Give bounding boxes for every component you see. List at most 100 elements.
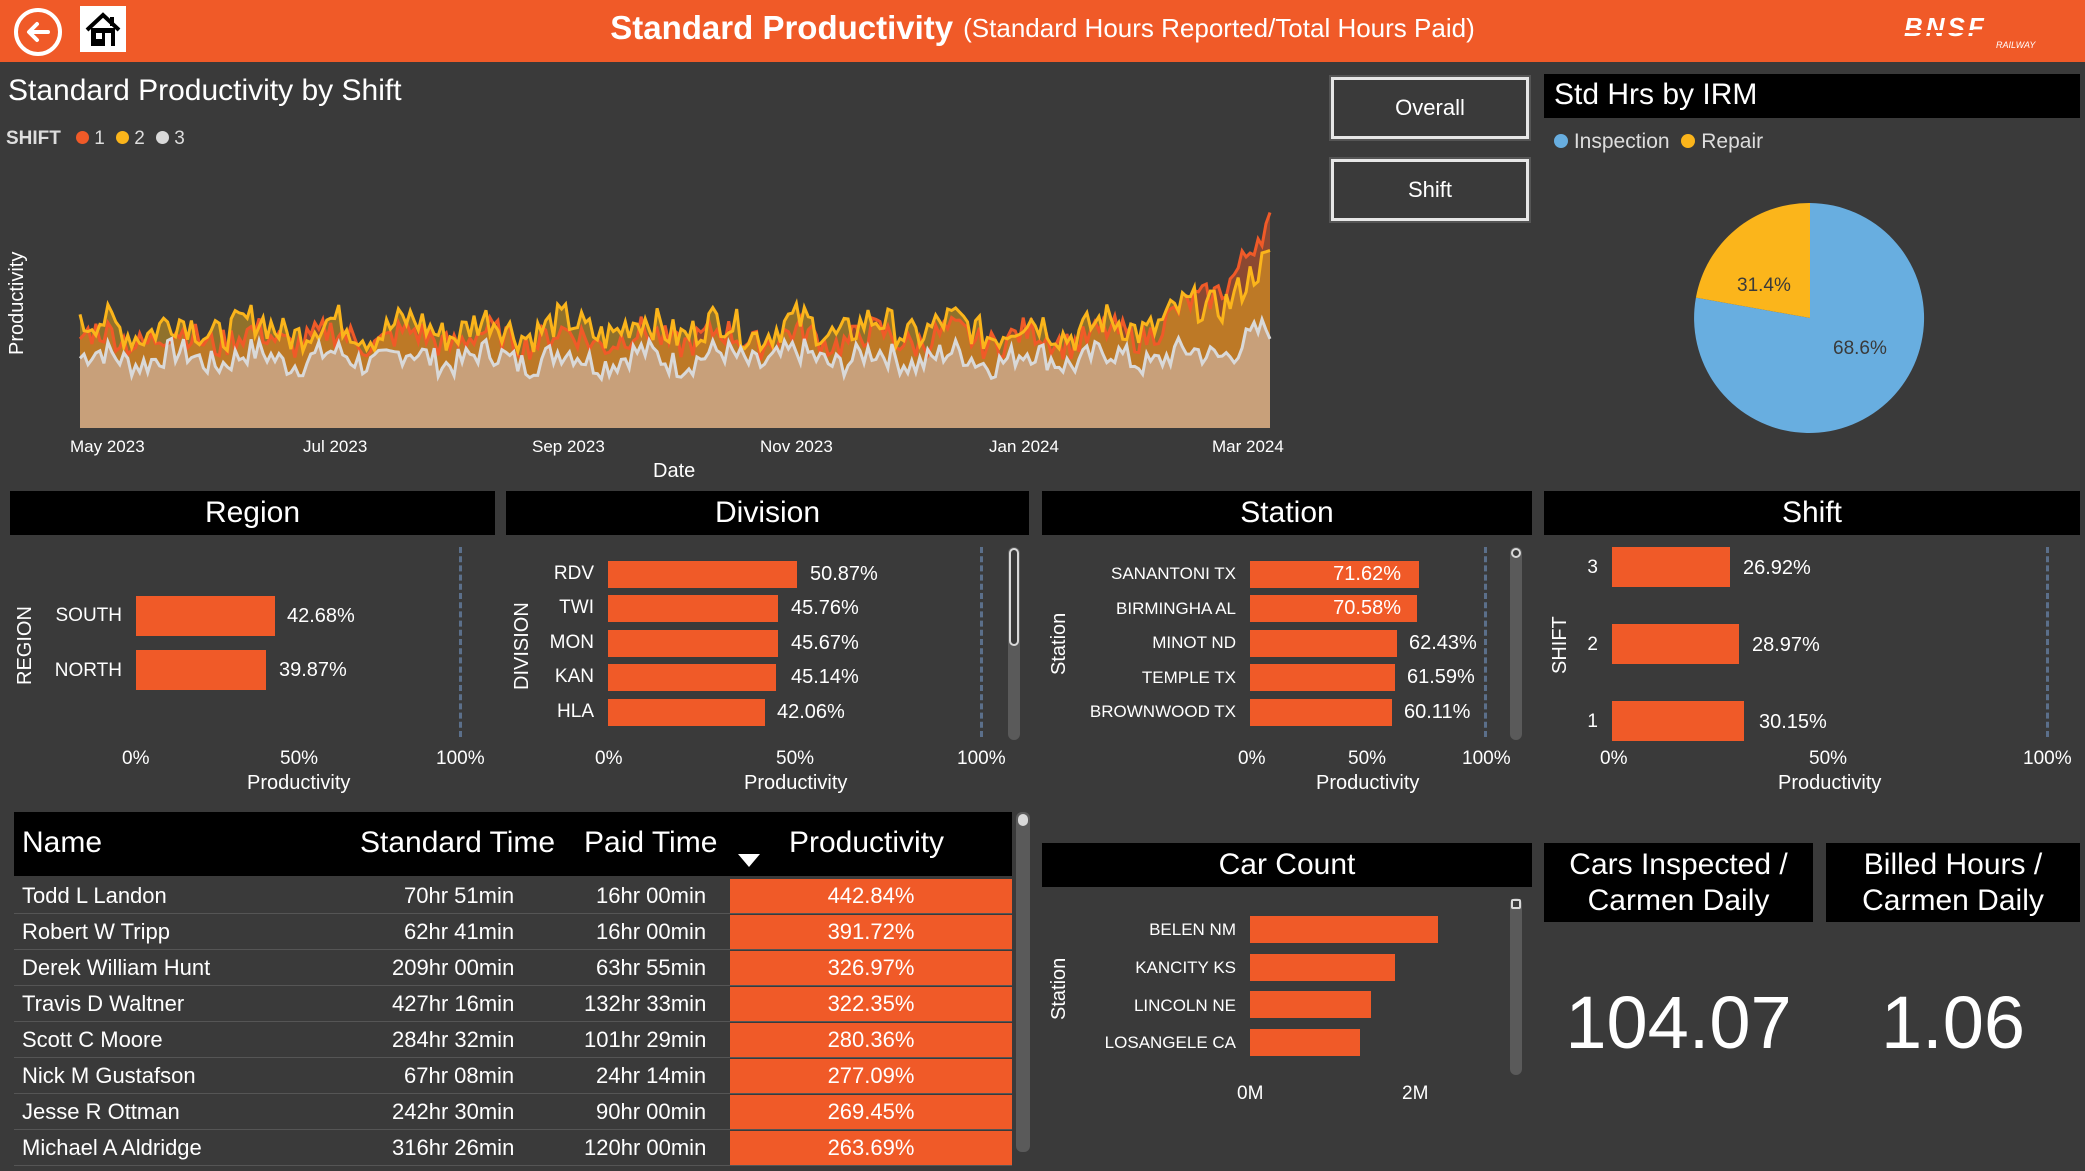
- x-tick: Sep 2023: [532, 437, 605, 456]
- division-tick: 0%: [595, 748, 623, 769]
- region-header: Region: [10, 491, 495, 535]
- car-count-bar-lincoln[interactable]: [1250, 991, 1371, 1018]
- column-header-standard-time[interactable]: Standard Time: [360, 826, 555, 860]
- cell-standard-time: 427hr 16min: [392, 991, 515, 1016]
- line-chart-plot[interactable]: [60, 180, 1280, 430]
- car-count-label: KANCITY KS: [1135, 958, 1236, 977]
- pie-chart[interactable]: 68.6% 31.4%: [1690, 198, 1930, 438]
- table-row[interactable]: Michael A Aldridge 316hr 26min 120hr 00m…: [14, 1130, 1012, 1166]
- region-bar-south[interactable]: [136, 596, 275, 636]
- table-row[interactable]: Derek William Hunt 209hr 00min 63hr 55mi…: [14, 950, 1012, 986]
- car-count-bar-kancity[interactable]: [1250, 954, 1395, 981]
- car-count-label: LOSANGELE CA: [1104, 1033, 1236, 1052]
- shift-header: Shift: [1544, 491, 2080, 535]
- station-label: TEMPLE TX: [1141, 668, 1236, 687]
- shift-label: 2: [1587, 634, 1598, 655]
- page-title-subtitle: (Standard Hours Reported/Total Hours Pai…: [963, 12, 1475, 43]
- shift-button[interactable]: Shift: [1331, 159, 1529, 221]
- car-count-axis-title: Station: [1048, 957, 1070, 1020]
- column-header-productivity[interactable]: Productivity: [789, 826, 944, 860]
- division-title: Division: [714, 496, 821, 529]
- division-scrollbar[interactable]: [1008, 547, 1020, 740]
- station-value: 61.59%: [1407, 666, 1475, 688]
- division-label: HLA: [557, 701, 594, 722]
- line-chart-title: Standard Productivity by Shift: [8, 74, 402, 107]
- cell-paid-time: 16hr 00min: [596, 883, 707, 908]
- station-title: Station: [1240, 496, 1334, 529]
- table-row[interactable]: Scott C Moore 284hr 32min 101hr 29min 28…: [14, 1022, 1012, 1058]
- cars-inspected-value: 104.07: [1565, 981, 1792, 1064]
- table-header: Name Standard Time Paid Time Productivit…: [14, 812, 1012, 876]
- pie-header: Std Hrs by IRM: [1544, 74, 2080, 118]
- station-tick: 50%: [1348, 748, 1387, 769]
- division-bar-hla[interactable]: [608, 699, 765, 726]
- legend-shift-3[interactable]: 3: [156, 128, 185, 150]
- overall-button[interactable]: Overall: [1331, 77, 1529, 139]
- legend-label: 2: [134, 128, 145, 149]
- x-tick: Jul 2023: [303, 437, 368, 456]
- division-bar-mon[interactable]: [608, 630, 778, 657]
- column-header-name[interactable]: Name: [22, 826, 102, 860]
- sort-descending-icon[interactable]: [738, 854, 760, 868]
- station-bar-birmingha[interactable]: 70.58%: [1250, 595, 1417, 622]
- legend-label: 1: [94, 128, 105, 149]
- shift-bar-2[interactable]: [1612, 624, 1739, 664]
- division-label: KAN: [554, 666, 594, 687]
- legend-label: Inspection: [1573, 130, 1670, 153]
- station-scrollbar[interactable]: [1510, 547, 1522, 740]
- cell-productivity: 263.69%: [730, 1131, 1012, 1165]
- x-tick: Nov 2023: [760, 437, 833, 456]
- table-row[interactable]: Travis D Waltner 427hr 16min 132hr 33min…: [14, 986, 1012, 1022]
- legend-title: SHIFT: [6, 128, 61, 149]
- division-bar-kan[interactable]: [608, 664, 776, 691]
- station-label: BIRMINGHA AL: [1116, 599, 1236, 618]
- cars-inspected-title: Cars Inspected / Carmen Daily: [1569, 847, 1788, 917]
- cell-name: Michael A Aldridge: [22, 1135, 202, 1160]
- station-value: 62.43%: [1409, 632, 1477, 654]
- pie-legend-inspection[interactable]: Inspection Repair: [1554, 130, 1763, 154]
- table-row[interactable]: Nick M Gustafson 67hr 08min 24hr 14min 2…: [14, 1058, 1012, 1094]
- legend-dot-icon: [1554, 134, 1568, 148]
- table-row[interactable]: Robert W Tripp 62hr 41min 16hr 00min 391…: [14, 914, 1012, 950]
- station-scroll-thumb[interactable]: [1511, 548, 1521, 558]
- station-bar-temple[interactable]: [1250, 664, 1395, 691]
- division-scroll-thumb[interactable]: [1009, 548, 1019, 646]
- shift-label: 3: [1587, 557, 1598, 578]
- logo-subtext: RAILWAY: [1996, 40, 2036, 50]
- line-chart-xlabel: Date: [653, 460, 696, 482]
- region-bar-north[interactable]: [136, 650, 266, 690]
- column-header-paid-time[interactable]: Paid Time: [584, 826, 717, 860]
- car-count-scrollbar[interactable]: [1510, 898, 1522, 1075]
- cell-productivity: 391.72%: [730, 915, 1012, 949]
- shift-bar-3[interactable]: [1612, 547, 1730, 587]
- division-bar-twi[interactable]: [608, 595, 778, 622]
- pie-label-repair: 31.4%: [1737, 275, 1791, 296]
- table-scrollbar[interactable]: [1016, 812, 1030, 1152]
- cell-paid-time: 132hr 33min: [584, 991, 707, 1016]
- car-count-scroll-thumb[interactable]: [1511, 899, 1521, 909]
- logo-text: BNSF: [1904, 12, 1987, 42]
- region-label: SOUTH: [55, 605, 123, 626]
- division-bar-rdv[interactable]: [608, 561, 797, 588]
- station-bar-minot[interactable]: [1250, 630, 1397, 657]
- cell-standard-time: 284hr 32min: [392, 1027, 515, 1052]
- shift-axis-title: SHIFT: [1549, 616, 1571, 674]
- shift-title: Shift: [1781, 496, 1843, 529]
- station-bar-brownwood[interactable]: [1250, 699, 1392, 726]
- region-value: 39.87%: [279, 659, 347, 681]
- table-row[interactable]: Jesse R Ottman 242hr 30min 90hr 00min 26…: [14, 1094, 1012, 1130]
- cell-productivity: 280.36%: [730, 1023, 1012, 1057]
- division-reference-line: [980, 547, 983, 737]
- cell-paid-time: 120hr 00min: [584, 1135, 707, 1160]
- legend-shift-2[interactable]: 2: [116, 128, 145, 150]
- legend-shift-1[interactable]: 1: [76, 128, 105, 150]
- cell-standard-time: 70hr 51min: [404, 883, 515, 908]
- table-row[interactable]: Todd L Landon 70hr 51min 16hr 00min 442.…: [14, 878, 1012, 914]
- car-count-bar-belen[interactable]: [1250, 916, 1438, 943]
- shift-bar-1[interactable]: [1612, 701, 1744, 741]
- pie-title: Std Hrs by IRM: [1554, 78, 1758, 111]
- table-scroll-thumb[interactable]: [1018, 814, 1028, 826]
- station-bar-sanantoni[interactable]: 71.62%: [1250, 561, 1419, 588]
- cell-standard-time: 209hr 00min: [392, 955, 515, 980]
- car-count-bar-losangele[interactable]: [1250, 1029, 1360, 1056]
